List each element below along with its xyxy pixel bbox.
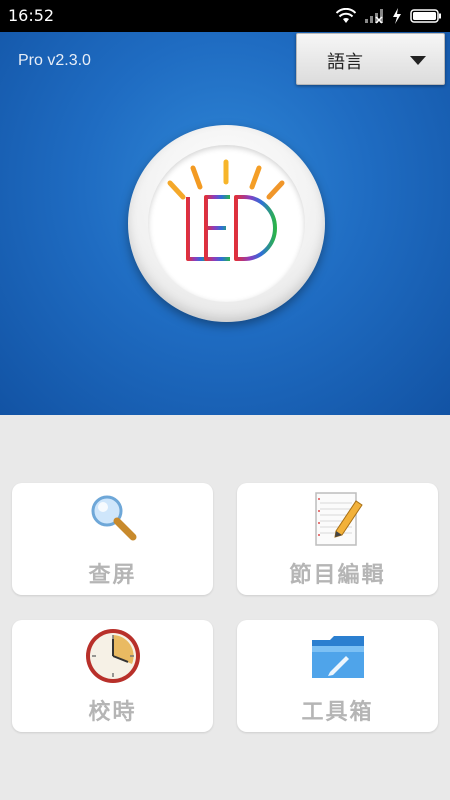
tile-toolbox[interactable]: 工具箱 xyxy=(237,620,438,732)
signal-icon xyxy=(365,9,383,24)
notepad-pencil-icon xyxy=(314,492,363,546)
wifi-icon xyxy=(336,8,356,23)
tile-time-sync-label: 校時 xyxy=(88,700,137,725)
magnifier-icon xyxy=(91,495,136,541)
status-icons xyxy=(336,6,442,26)
battery-icon xyxy=(410,9,441,23)
logo-inner xyxy=(148,145,305,302)
status-bar: 16:52 xyxy=(0,0,450,32)
clock-icon xyxy=(85,629,140,683)
language-dropdown-label: 語言 xyxy=(327,52,363,73)
version-label: Pro v2.3.0 xyxy=(18,52,91,69)
charging-icon xyxy=(393,8,401,24)
header-banner: Pro v2.3.0 語言 xyxy=(0,32,450,415)
tile-check-screen-label: 查屏 xyxy=(88,563,137,588)
tile-program-edit-label: 節目編輯 xyxy=(289,563,386,588)
tile-toolbox-label: 工具箱 xyxy=(301,700,374,725)
led-logo-icon xyxy=(167,159,285,261)
tile-time-sync[interactable]: 校時 xyxy=(12,620,213,732)
tile-check-screen[interactable]: 查屏 xyxy=(12,483,213,595)
language-dropdown[interactable]: 語言 xyxy=(296,33,445,85)
status-time: 16:52 xyxy=(8,6,55,25)
folder-icon xyxy=(311,636,364,678)
tile-program-edit[interactable]: 節目編輯 xyxy=(237,483,438,595)
chevron-down-icon xyxy=(410,56,426,65)
app-logo xyxy=(128,125,325,322)
